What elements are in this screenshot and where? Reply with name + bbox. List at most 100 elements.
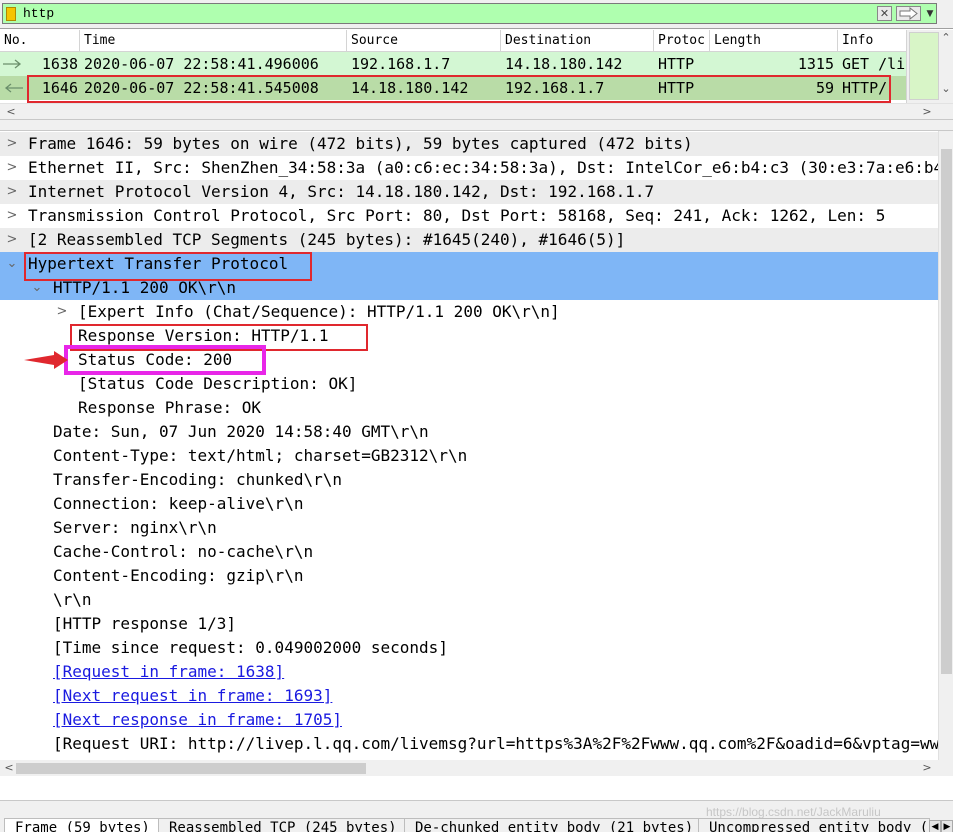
tree-row-label: Cache-Control: no-cache\r\n: [53, 542, 314, 561]
chevron-down-icon[interactable]: ▼: [924, 7, 936, 21]
red-arrow-annotation-icon: [24, 351, 68, 369]
tree-row-label: [Expert Info (Chat/Sequence): HTTP/1.1 2…: [78, 302, 560, 321]
tab-uncompressed-body[interactable]: Uncompressed entity body (18 bytes): [698, 818, 930, 832]
next-request-frame-link[interactable]: [Next request in frame: 1693]: [53, 684, 332, 708]
scroll-left-icon[interactable]: <: [4, 105, 18, 118]
details-vertical-scrollbar[interactable]: [938, 131, 953, 760]
bookmark-icon[interactable]: [6, 7, 16, 21]
tab-frame[interactable]: Frame (59 bytes): [4, 818, 161, 832]
tree-row-request-in-frame[interactable]: [Request in frame: 1638]: [0, 660, 938, 684]
column-header-protocol[interactable]: Protoc: [654, 30, 710, 52]
tree-row-ipv4[interactable]: > Internet Protocol Version 4, Src: 14.1…: [0, 180, 938, 204]
tree-row-tcp[interactable]: > Transmission Control Protocol, Src Por…: [0, 204, 938, 228]
arrow-left-icon: [4, 83, 23, 93]
tree-row-label: Response Phrase: OK: [78, 398, 262, 417]
display-filter-input[interactable]: http ✕ ▼: [2, 3, 937, 24]
tree-row-expert-info[interactable]: > [Expert Info (Chat/Sequence): HTTP/1.1…: [0, 300, 938, 324]
packet-no: 1638: [41, 55, 78, 73]
tree-row-server[interactable]: Server: nginx\r\n: [0, 516, 938, 540]
column-header-length[interactable]: Length: [710, 30, 838, 52]
scroll-up-icon[interactable]: ⌃: [939, 31, 953, 44]
tab-scroll-right-icon[interactable]: ▶: [941, 820, 953, 832]
packet-list-horizontal-scrollbar[interactable]: < >: [0, 103, 953, 119]
tree-row-label: Connection: keep-alive\r\n: [53, 494, 304, 513]
scroll-down-icon[interactable]: ⌄: [939, 82, 953, 95]
tab-dechunked-body[interactable]: De-chunked entity body (21 bytes): [404, 818, 705, 832]
packet-source: 192.168.1.7: [351, 55, 451, 73]
tab-reassembled-tcp[interactable]: Reassembled TCP (245 bytes): [158, 818, 408, 832]
tree-row-frame[interactable]: > Frame 1646: 59 bytes on wire (472 bits…: [0, 132, 938, 156]
display-filter-toolbar: http ✕ ▼: [0, 0, 953, 29]
packet-list-vertical-scrollbar[interactable]: ⌃ ⌄: [906, 30, 953, 103]
tree-row-connection[interactable]: Connection: keep-alive\r\n: [0, 492, 938, 516]
scrollbar-thumb[interactable]: [16, 763, 366, 774]
pane-splitter[interactable]: [0, 119, 953, 131]
packet-time: 2020-06-07 22:58:41.496006: [84, 55, 319, 73]
expand-arrow-icon[interactable]: >: [5, 228, 19, 252]
tree-row-crlf[interactable]: \r\n: [0, 588, 938, 612]
scrollbar-thumb[interactable]: [941, 149, 952, 674]
tree-row-content-encoding[interactable]: Content-Encoding: gzip\r\n: [0, 564, 938, 588]
tree-row-label: Date: Sun, 07 Jun 2020 14:58:40 GMT\r\n: [53, 422, 429, 441]
tree-row-label: Transmission Control Protocol, Src Port:…: [28, 206, 886, 225]
tree-row-label: Server: nginx\r\n: [53, 518, 217, 537]
packet-row[interactable]: 1638 2020-06-07 22:58:41.496006 192.168.…: [0, 52, 906, 76]
tree-row-label: Internet Protocol Version 4, Src: 14.18.…: [28, 182, 655, 201]
tree-row-label: \r\n: [53, 590, 92, 609]
tree-row-next-request[interactable]: [Next request in frame: 1693]: [0, 684, 938, 708]
packet-list-pane: No. Time Source Destination Protoc Lengt…: [0, 30, 953, 119]
tree-row-label: Ethernet II, Src: ShenZhen_34:58:3a (a0:…: [28, 158, 938, 177]
byte-view-tabs: https://blog.csdn.net/JackMaruliu Frame …: [0, 800, 953, 832]
tree-row-request-uri[interactable]: [Request URI: http://livep.l.qq.com/live…: [0, 732, 938, 756]
column-header-destination[interactable]: Destination: [501, 30, 654, 52]
tree-row-label: [Request URI: http://livep.l.qq.com/live…: [53, 734, 938, 753]
tab-scroll-left-icon[interactable]: ◀: [929, 820, 941, 832]
packet-destination: 14.18.180.142: [505, 55, 623, 73]
expand-arrow-icon[interactable]: >: [5, 204, 19, 228]
tree-row-label: [HTTP response 1/3]: [53, 614, 237, 633]
collapse-arrow-icon[interactable]: ⌄: [5, 252, 19, 276]
tree-row-date[interactable]: Date: Sun, 07 Jun 2020 14:58:40 GMT\r\n: [0, 420, 938, 444]
tree-row-ethernet[interactable]: > Ethernet II, Src: ShenZhen_34:58:3a (a…: [0, 156, 938, 180]
scroll-right-icon[interactable]: >: [920, 761, 934, 774]
tree-row-status-description[interactable]: [Status Code Description: OK]: [0, 372, 938, 396]
selected-packet-highlight-box: [27, 75, 891, 103]
tree-row-label: Content-Encoding: gzip\r\n: [53, 566, 304, 585]
status-code-highlight-box: [64, 345, 266, 375]
column-header-time[interactable]: Time: [80, 30, 347, 52]
column-header-source[interactable]: Source: [347, 30, 501, 52]
display-filter-text[interactable]: http: [23, 5, 54, 23]
tree-row-time-since-request[interactable]: [Time since request: 0.049002000 seconds…: [0, 636, 938, 660]
tree-row-transfer-encoding[interactable]: Transfer-Encoding: chunked\r\n: [0, 468, 938, 492]
next-response-frame-link[interactable]: [Next response in frame: 1705]: [53, 708, 342, 732]
packet-protocol: HTTP: [658, 55, 695, 73]
details-horizontal-scrollbar[interactable]: < >: [0, 760, 953, 776]
tree-row-label: [Time since request: 0.049002000 seconds…: [53, 638, 448, 657]
tree-row-label: Content-Type: text/html; charset=GB2312\…: [53, 446, 468, 465]
packet-details-pane: > Frame 1646: 59 bytes on wire (472 bits…: [0, 131, 953, 776]
expand-arrow-icon[interactable]: >: [5, 156, 19, 180]
watermark: https://blog.csdn.net/JackMaruliu: [706, 805, 881, 819]
tree-row-reassembled[interactable]: > [2 Reassembled TCP Segments (245 bytes…: [0, 228, 938, 252]
arrow-right-icon: [3, 59, 22, 69]
packet-list-header: No. Time Source Destination Protoc Lengt…: [0, 30, 906, 52]
request-frame-link[interactable]: [Request in frame: 1638]: [53, 660, 284, 684]
scroll-left-icon[interactable]: <: [2, 761, 16, 774]
tree-row-http-response-index[interactable]: [HTTP response 1/3]: [0, 612, 938, 636]
expand-arrow-icon[interactable]: >: [5, 132, 19, 156]
tree-row-cache-control[interactable]: Cache-Control: no-cache\r\n: [0, 540, 938, 564]
tree-row-content-type[interactable]: Content-Type: text/html; charset=GB2312\…: [0, 444, 938, 468]
tree-row-response-phrase[interactable]: Response Phrase: OK: [0, 396, 938, 420]
arrow-right-icon[interactable]: [896, 6, 921, 21]
column-header-no[interactable]: No.: [0, 30, 80, 52]
scroll-right-icon[interactable]: >: [920, 105, 934, 118]
expand-arrow-icon[interactable]: >: [55, 300, 69, 324]
tree-row-next-response[interactable]: [Next response in frame: 1705]: [0, 708, 938, 732]
column-header-info[interactable]: Info: [838, 30, 906, 52]
close-icon[interactable]: ✕: [877, 6, 892, 21]
packet-minimap[interactable]: [909, 32, 939, 100]
expand-arrow-icon[interactable]: >: [5, 180, 19, 204]
tree-row-label: Transfer-Encoding: chunked\r\n: [53, 470, 342, 489]
tree-row-label: [Status Code Description: OK]: [78, 374, 358, 393]
tree-row-label: [2 Reassembled TCP Segments (245 bytes):…: [28, 230, 626, 249]
